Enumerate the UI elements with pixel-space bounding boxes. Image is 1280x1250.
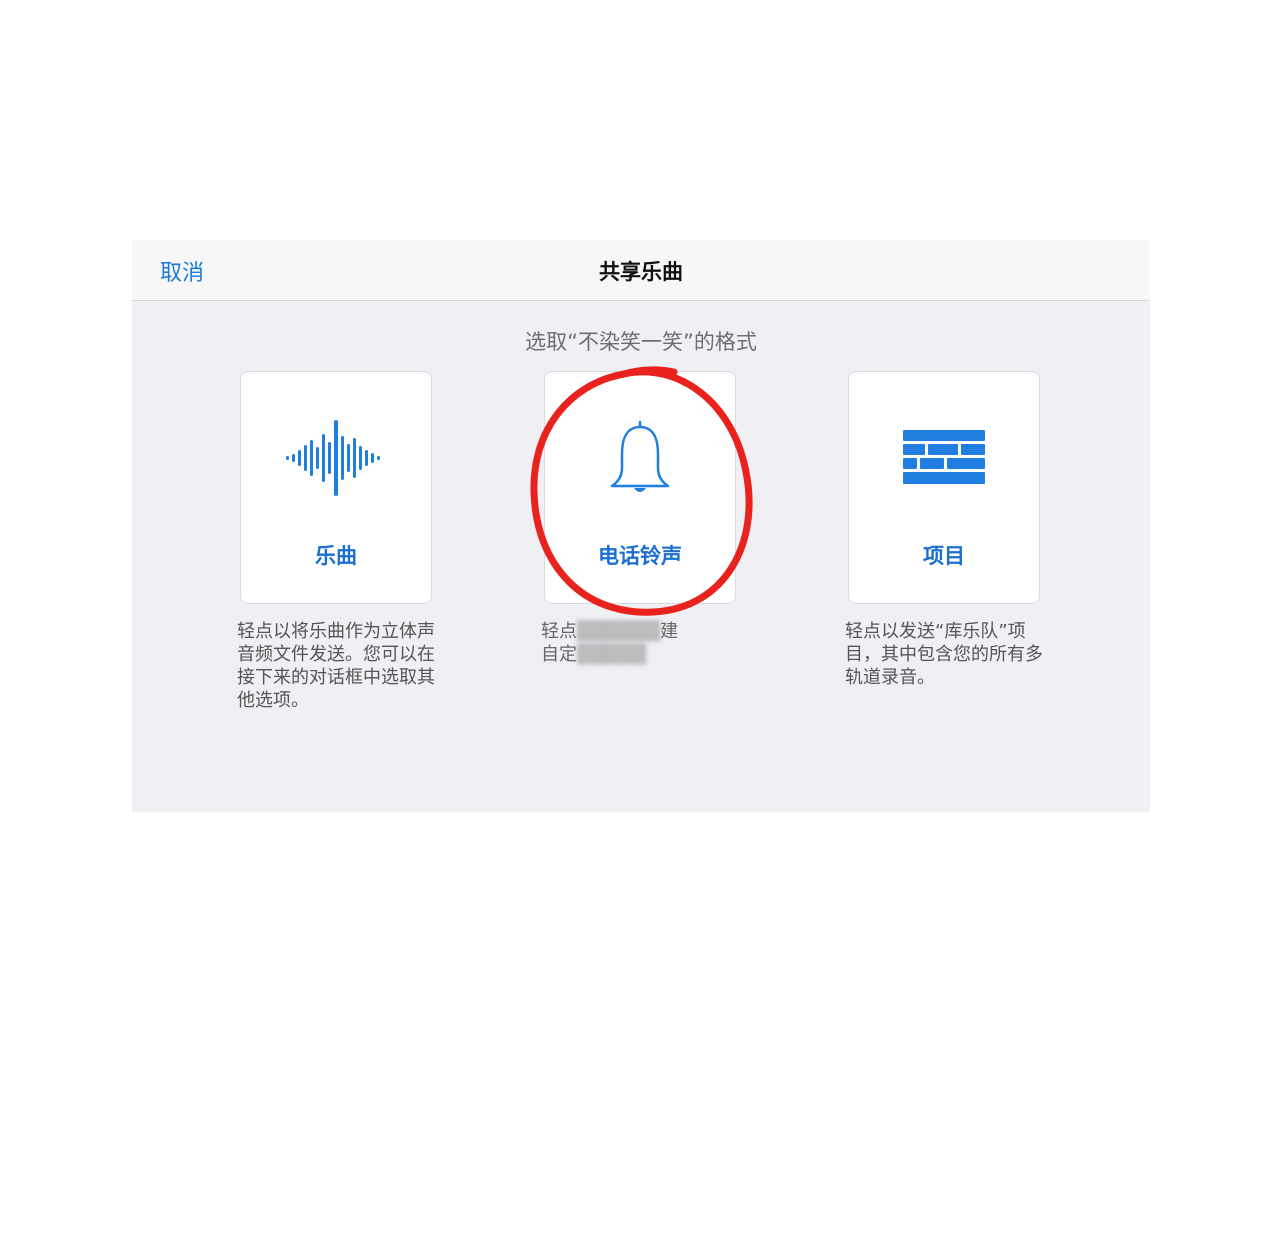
description-text-line2: 自定 <box>541 644 577 665</box>
navigation-bar: 取消 共享乐曲 <box>132 240 1150 301</box>
option-description-song: 轻点以将乐曲作为立体声音频文件发送。您可以在接下来的对话框中选取其他选项。 <box>237 621 435 711</box>
waveform-icon <box>241 418 431 498</box>
blurred-text-line2: ▒▒▒▒▒ <box>577 644 647 665</box>
option-card-song[interactable]: 乐曲 <box>240 371 432 604</box>
option-card-ringtone[interactable]: 电话铃声 <box>544 371 736 604</box>
description-text-end: 建 <box>660 621 679 642</box>
option-label-ringtone: 电话铃声 <box>598 544 682 568</box>
option-card-project[interactable]: 项目 <box>848 371 1040 604</box>
bricks-icon <box>849 418 1039 498</box>
format-prompt: 选取“不染笑一笑”的格式 <box>525 330 757 354</box>
share-song-sheet: 取消 共享乐曲 选取“不染笑一笑”的格式 乐曲 电话铃声 项目 轻点以将乐曲作为… <box>132 240 1150 812</box>
blurred-text: ▒▒▒▒▒▒ <box>577 621 661 642</box>
description-text-start: 轻点 <box>541 621 577 642</box>
sheet-title: 共享乐曲 <box>599 260 683 284</box>
bell-icon <box>545 418 735 498</box>
option-description-project: 轻点以发送“库乐队”项目，其中包含您的所有多轨道录音。 <box>845 621 1043 688</box>
option-label-song: 乐曲 <box>315 544 357 568</box>
option-label-project: 项目 <box>923 544 965 568</box>
option-description-ringtone: 轻点▒▒▒▒▒▒建 自定▒▒▒▒▒ <box>541 620 741 666</box>
